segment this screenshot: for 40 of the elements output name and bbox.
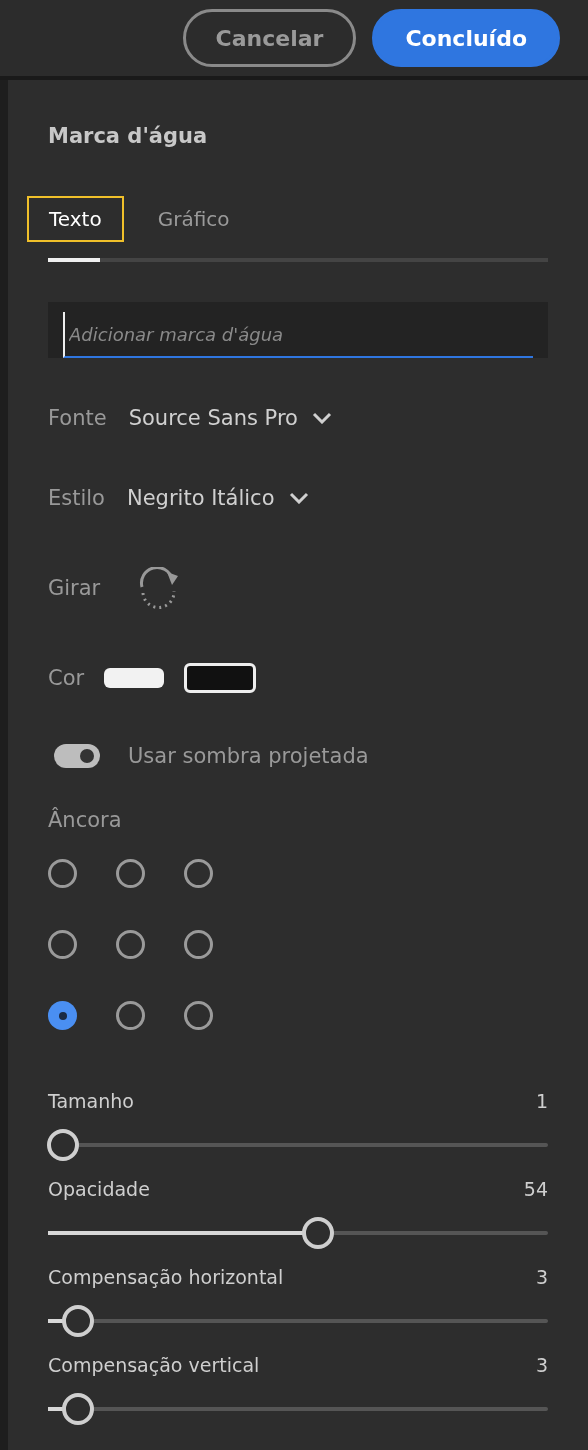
slider-thumb[interactable] xyxy=(62,1393,94,1425)
anchor-radio[interactable] xyxy=(116,1001,145,1030)
slider-label: Opacidade xyxy=(48,1178,150,1200)
rotate-label: Girar xyxy=(48,576,101,600)
anchor-label: Âncora xyxy=(48,808,123,832)
slider-value: 1 xyxy=(535,1090,548,1112)
style-dropdown[interactable]: Negrito Itálico xyxy=(126,486,309,510)
tab-indicator xyxy=(48,258,100,262)
slider-value: 54 xyxy=(523,1178,548,1200)
slider-label: Compensação vertical xyxy=(48,1354,260,1376)
slider-thumb[interactable] xyxy=(302,1217,334,1249)
chevron-down-icon xyxy=(288,492,309,504)
style-label: Estilo xyxy=(48,486,105,510)
slider-label: Tamanho xyxy=(48,1090,134,1112)
slider-label: Compensação horizontal xyxy=(48,1266,284,1288)
anchor-radio[interactable] xyxy=(184,859,213,888)
font-dropdown[interactable]: Source Sans Pro xyxy=(128,406,332,430)
shadow-toggle[interactable] xyxy=(54,744,100,768)
done-button[interactable]: Concluído xyxy=(372,9,560,67)
slider-value: 3 xyxy=(535,1354,548,1376)
shadow-label: Usar sombra projetada xyxy=(128,744,369,768)
slider-value: 3 xyxy=(535,1266,548,1288)
anchor-radio[interactable] xyxy=(184,930,213,959)
anchor-radio[interactable] xyxy=(116,859,145,888)
tab[interactable]: Gráfico xyxy=(135,196,252,242)
tab[interactable]: Texto xyxy=(27,196,124,242)
color-swatch[interactable] xyxy=(184,663,257,693)
color-label: Cor xyxy=(48,666,85,690)
anchor-radio[interactable] xyxy=(184,1001,213,1030)
slider-thumb[interactable] xyxy=(47,1129,79,1161)
chevron-down-icon xyxy=(311,412,332,424)
font-label: Fonte xyxy=(48,406,107,430)
anchor-radio[interactable] xyxy=(48,930,77,959)
slider-thumb[interactable] xyxy=(62,1305,94,1337)
anchor-radio[interactable] xyxy=(48,1001,77,1030)
anchor-radio[interactable] xyxy=(48,859,77,888)
panel-title: Marca d'água xyxy=(48,124,209,150)
cancel-button[interactable]: Cancelar xyxy=(182,9,357,67)
anchor-radio[interactable] xyxy=(116,930,145,959)
color-swatch[interactable] xyxy=(104,668,165,688)
